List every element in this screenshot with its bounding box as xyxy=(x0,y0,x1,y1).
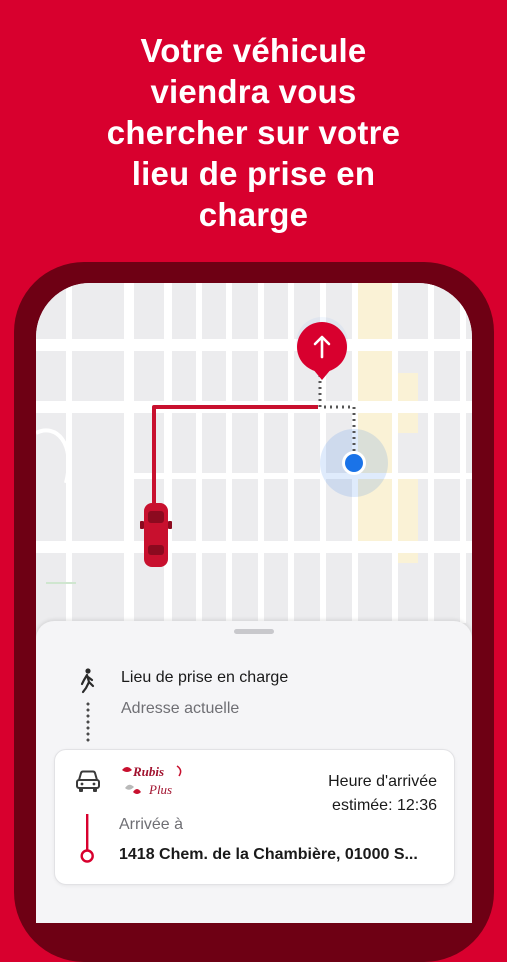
destination-address[interactable]: 1418 Chem. de la Chambière, 01000 S... xyxy=(119,846,439,864)
headline-line: charge xyxy=(198,196,309,233)
headline-line: lieu de prise en xyxy=(131,155,376,192)
pickup-address[interactable]: Adresse actuelle xyxy=(121,700,239,718)
bottom-sheet[interactable]: Lieu de prise en charge Adresse actuelle… xyxy=(36,621,472,923)
ride-card[interactable]: Rubis Plus Heure d'arrivée estimée: 12:3… xyxy=(54,749,455,885)
logo-text: Rubis xyxy=(133,764,165,779)
headline-line: Votre véhicule xyxy=(140,32,367,69)
route-dotted-connector xyxy=(86,701,90,743)
destination-label: Arrivée à xyxy=(119,816,184,833)
car-front-icon xyxy=(76,770,100,792)
headline-line: chercher sur votre xyxy=(106,114,401,151)
estimated-arrival: Heure d'arrivée estimée: 12:36 xyxy=(328,770,437,818)
arrival-label: Heure d'arrivée xyxy=(328,773,437,790)
pickup-title: Lieu de prise en charge xyxy=(121,669,289,686)
car-icon xyxy=(140,503,172,567)
rubis-plus-logo: Rubis Plus xyxy=(119,762,185,802)
sheet-grabber[interactable] xyxy=(234,629,274,634)
arrival-time: estimée: 12:36 xyxy=(332,797,437,814)
headline-line: viendra vous xyxy=(150,73,357,110)
current-location-icon xyxy=(342,451,366,475)
walking-person-icon xyxy=(80,668,95,694)
map[interactable] xyxy=(36,283,472,623)
headline: Votre véhicule viendra vous chercher sur… xyxy=(0,30,507,235)
destination-pin-icon xyxy=(80,814,94,863)
logo-text: Plus xyxy=(149,782,173,797)
phone-screen: Lieu de prise en charge Adresse actuelle… xyxy=(36,283,472,923)
